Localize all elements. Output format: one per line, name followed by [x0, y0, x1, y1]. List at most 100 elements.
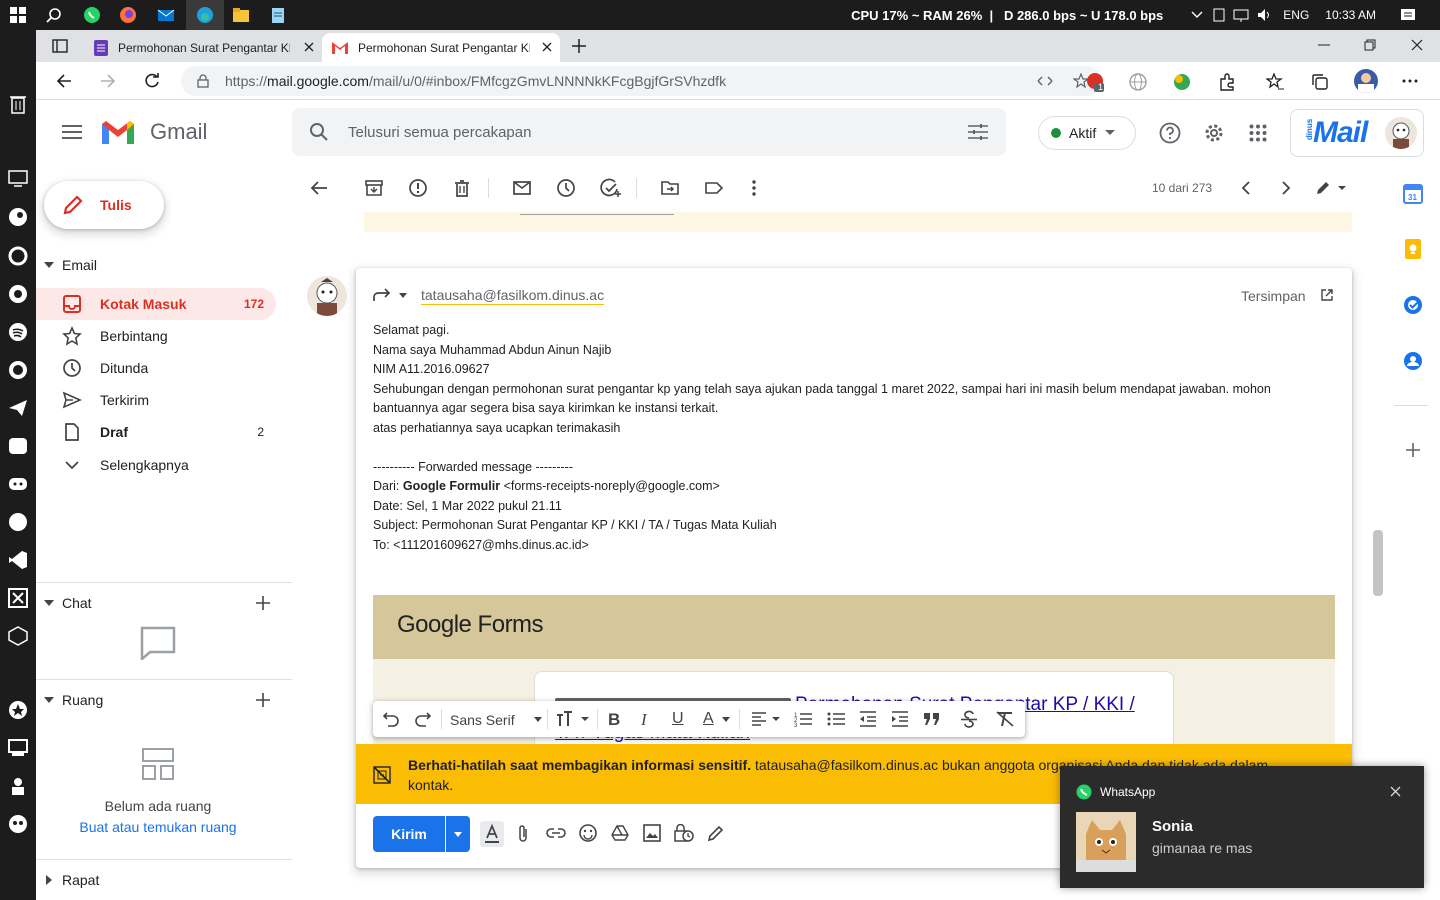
input-tools-icon[interactable] [1314, 178, 1348, 198]
contacts-icon[interactable] [1403, 351, 1423, 371]
bulleted-list-icon[interactable] [827, 711, 845, 727]
settings-gear-icon[interactable] [1203, 122, 1225, 144]
recycle-bin-icon[interactable] [6, 92, 30, 116]
forward-icon[interactable] [100, 73, 116, 89]
sidebar-item-inbox[interactable]: Kotak Masuk 172 [36, 288, 276, 320]
virtualbox-icon[interactable] [6, 624, 30, 648]
main-menu-icon[interactable] [62, 124, 82, 140]
language-indicator[interactable]: ENG [1283, 8, 1309, 22]
notification-close-icon[interactable] [1390, 786, 1401, 797]
indent-more-icon[interactable] [891, 711, 909, 727]
attach-icon[interactable] [516, 824, 530, 844]
notification-center-icon[interactable] [1400, 7, 1416, 23]
recipient-chip[interactable]: tatausaha@fasilkom.dinus.ac [421, 287, 605, 305]
minimize-icon[interactable] [1318, 44, 1330, 46]
sidebar-item-sent[interactable]: Terkirim [36, 384, 276, 416]
undo-icon[interactable] [383, 711, 399, 727]
italic-icon[interactable]: I [641, 710, 647, 730]
spotify-icon[interactable] [6, 320, 30, 344]
app-icon[interactable] [6, 586, 30, 610]
keep-icon[interactable] [1403, 239, 1423, 259]
underline-icon[interactable]: U [672, 710, 684, 728]
restore-icon[interactable] [1364, 39, 1376, 51]
emoji-icon[interactable] [579, 824, 597, 842]
bold-icon[interactable]: B [608, 710, 620, 730]
formatting-options-icon[interactable] [480, 821, 504, 847]
send-button[interactable]: Kirim [373, 816, 445, 852]
numbered-list-icon[interactable]: 123 [794, 711, 812, 727]
network-icon[interactable] [1233, 8, 1249, 22]
new-tab-icon[interactable] [571, 38, 587, 54]
send-options-button[interactable] [446, 816, 470, 852]
profile-avatar[interactable] [1354, 69, 1378, 93]
compose-button[interactable]: Tulis [44, 181, 164, 229]
label-icon[interactable] [704, 178, 724, 198]
newer-icon[interactable] [1236, 178, 1256, 198]
chevron-up-icon[interactable] [1191, 11, 1203, 19]
clock[interactable]: 10:33 AM [1325, 8, 1376, 22]
sidebar-item-more[interactable]: Selengkapnya [36, 449, 276, 481]
strikethrough-icon[interactable] [960, 710, 978, 728]
globe-extension-icon[interactable] [1129, 73, 1147, 91]
signature-icon[interactable] [707, 824, 725, 842]
get-addons-plus-icon[interactable] [1406, 443, 1420, 457]
archive-icon[interactable] [364, 178, 384, 198]
tasks-icon[interactable] [1403, 295, 1423, 315]
colorful-extension-icon[interactable] [1173, 73, 1191, 91]
email-section-header[interactable]: Email [44, 257, 97, 273]
org-account-chip[interactable]: dinus Mail [1290, 109, 1424, 157]
reload-icon[interactable] [144, 73, 160, 89]
edge-icon[interactable] [195, 5, 215, 25]
search-icon[interactable] [310, 123, 328, 141]
font-family-select[interactable]: Sans Serif [450, 710, 542, 730]
whatsapp-icon[interactable] [6, 358, 30, 382]
back-to-inbox-icon[interactable] [309, 178, 329, 198]
mail-app-icon[interactable] [156, 5, 176, 25]
new-chat-plus-icon[interactable] [256, 596, 270, 610]
font-size-icon[interactable] [555, 711, 591, 727]
insert-photo-icon[interactable] [643, 824, 661, 842]
account-avatar[interactable] [1385, 117, 1417, 149]
drive-icon[interactable] [611, 825, 629, 841]
url-field[interactable]: https://mail.google.com/mail/u/0/#inbox/… [181, 66, 1101, 96]
sidebar-item-drafts[interactable]: Draf 2 [36, 416, 276, 448]
more-actions-icon[interactable] [744, 178, 764, 198]
search-icon[interactable] [44, 5, 64, 25]
sender-avatar[interactable] [307, 276, 347, 316]
whatsapp-icon[interactable] [82, 5, 102, 25]
adblock-extension-icon[interactable]: 1 [1086, 72, 1106, 92]
close-window-icon[interactable] [1411, 39, 1423, 51]
sidebar-item-starred[interactable]: Berbintang [36, 320, 276, 352]
chat-section-header[interactable]: Chat [44, 595, 92, 611]
favorites-icon[interactable] [1266, 73, 1284, 91]
add-to-tasks-icon[interactable] [600, 178, 621, 198]
line-icon[interactable] [6, 434, 30, 458]
snooze-icon[interactable] [556, 178, 576, 198]
meet-section-header[interactable]: Rapat [46, 872, 99, 888]
forward-type-icon[interactable] [373, 288, 407, 302]
telegram-icon[interactable] [6, 396, 30, 420]
close-tab-icon[interactable] [542, 42, 552, 52]
collections-icon[interactable] [1311, 73, 1329, 91]
remove-formatting-icon[interactable] [995, 711, 1015, 727]
tab-forms[interactable]: Permohonan Surat Pengantar KP [84, 33, 322, 62]
redo-icon[interactable] [415, 711, 431, 727]
udinus-icon[interactable] [6, 736, 30, 760]
align-icon[interactable] [751, 711, 783, 727]
steam-icon[interactable] [6, 205, 30, 229]
search-bar[interactable]: Telusuri semua percakapan [292, 108, 1006, 156]
app-icon[interactable] [6, 812, 30, 836]
tab-actions-icon[interactable] [52, 38, 68, 54]
sidebar-item-snoozed[interactable]: Ditunda [36, 352, 276, 384]
back-icon[interactable] [56, 73, 72, 89]
file-explorer-icon[interactable] [231, 5, 251, 25]
extensions-icon[interactable] [1218, 73, 1236, 91]
star-app-icon[interactable] [6, 698, 30, 722]
calendar-icon[interactable]: 31 [1403, 184, 1423, 204]
app-icon[interactable] [6, 774, 30, 798]
app-icon[interactable] [6, 282, 30, 306]
monitor-icon[interactable] [6, 167, 30, 191]
new-space-plus-icon[interactable] [256, 693, 270, 707]
space-section-header[interactable]: Ruang [44, 692, 103, 708]
mark-unread-icon[interactable] [512, 178, 532, 198]
